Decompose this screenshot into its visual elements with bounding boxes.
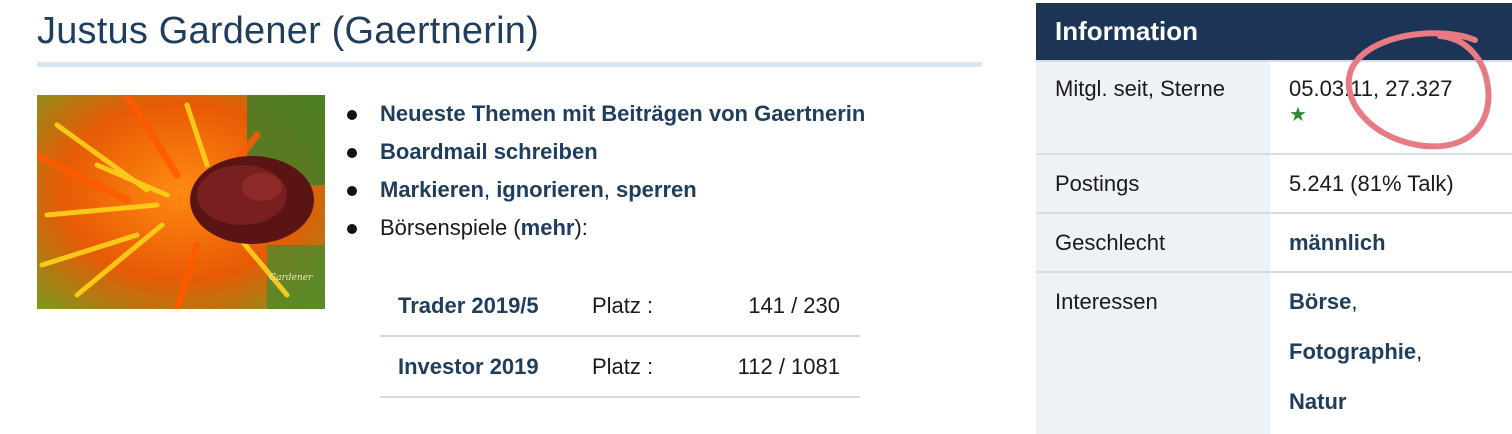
table-row: Trader 2019/5 Platz : 141 / 230 <box>380 276 860 337</box>
boardmail-link[interactable]: Boardmail schreiben <box>380 139 598 164</box>
interest-link[interactable]: Fotographie <box>1289 339 1416 364</box>
info-key: Geschlecht <box>1036 212 1270 272</box>
interest-link[interactable]: Börse <box>1289 289 1351 314</box>
flower-photo: Gardener <box>37 95 325 309</box>
list-item: Boardmail schreiben <box>345 136 905 167</box>
list-item: Markieren, ignorieren, sperren <box>345 174 905 205</box>
page-title: Justus Gardener (Gaertnerin) <box>37 10 539 52</box>
info-key: Interessen <box>1036 271 1270 434</box>
block-link[interactable]: sperren <box>616 177 697 202</box>
table-row: Investor 2019 Platz : 112 / 1081 <box>380 336 860 398</box>
more-link[interactable]: mehr <box>521 215 575 240</box>
title-underline <box>37 62 982 67</box>
rank-label: Platz : <box>592 336 672 398</box>
separator: , <box>483 177 497 202</box>
ignore-link[interactable]: ignorieren <box>496 177 604 202</box>
latest-topics-link[interactable]: Neueste Themen mit Beiträgen von Gaertne… <box>380 101 865 126</box>
postings-value: 5.241 (81% Talk) <box>1270 153 1512 213</box>
table-row: Postings 5.241 (81% Talk) <box>1036 153 1512 213</box>
table-row: Interessen Börse, Fotographie, Natur <box>1036 271 1512 434</box>
bullet-icon <box>347 186 357 196</box>
profile-avatar[interactable]: Gardener <box>37 95 325 309</box>
bullet-icon <box>347 110 357 120</box>
game-link[interactable]: Trader 2019/5 <box>398 293 539 318</box>
info-key: Mitgl. seit, Sterne <box>1036 60 1270 154</box>
bullet-icon <box>347 224 357 234</box>
stock-games-suffix: ): <box>574 215 588 240</box>
info-key: Postings <box>1036 153 1270 213</box>
profile-links: Neueste Themen mit Beiträgen von Gaertne… <box>345 98 905 250</box>
watermark-text: Gardener <box>269 273 313 283</box>
list-item: Neueste Themen mit Beiträgen von Gaertne… <box>345 98 905 129</box>
interest-link[interactable]: Natur <box>1289 389 1346 414</box>
game-link[interactable]: Investor 2019 <box>398 354 539 379</box>
gender-link[interactable]: männlich <box>1289 230 1386 255</box>
rank-value: 112 / 1081 <box>672 336 860 398</box>
mark-link[interactable]: Markieren <box>380 177 484 202</box>
annotation-circle <box>1345 30 1492 150</box>
table-row: Geschlecht männlich <box>1036 212 1512 272</box>
bullet-icon <box>347 148 357 158</box>
stock-games-table: Trader 2019/5 Platz : 141 / 230 Investor… <box>380 276 860 398</box>
stock-games-label: Börsenspiele ( <box>380 215 521 240</box>
rank-label: Platz : <box>592 276 672 337</box>
list-item: Börsenspiele (mehr): <box>345 212 905 243</box>
rank-value: 141 / 230 <box>672 276 860 337</box>
separator: , <box>603 177 616 202</box>
